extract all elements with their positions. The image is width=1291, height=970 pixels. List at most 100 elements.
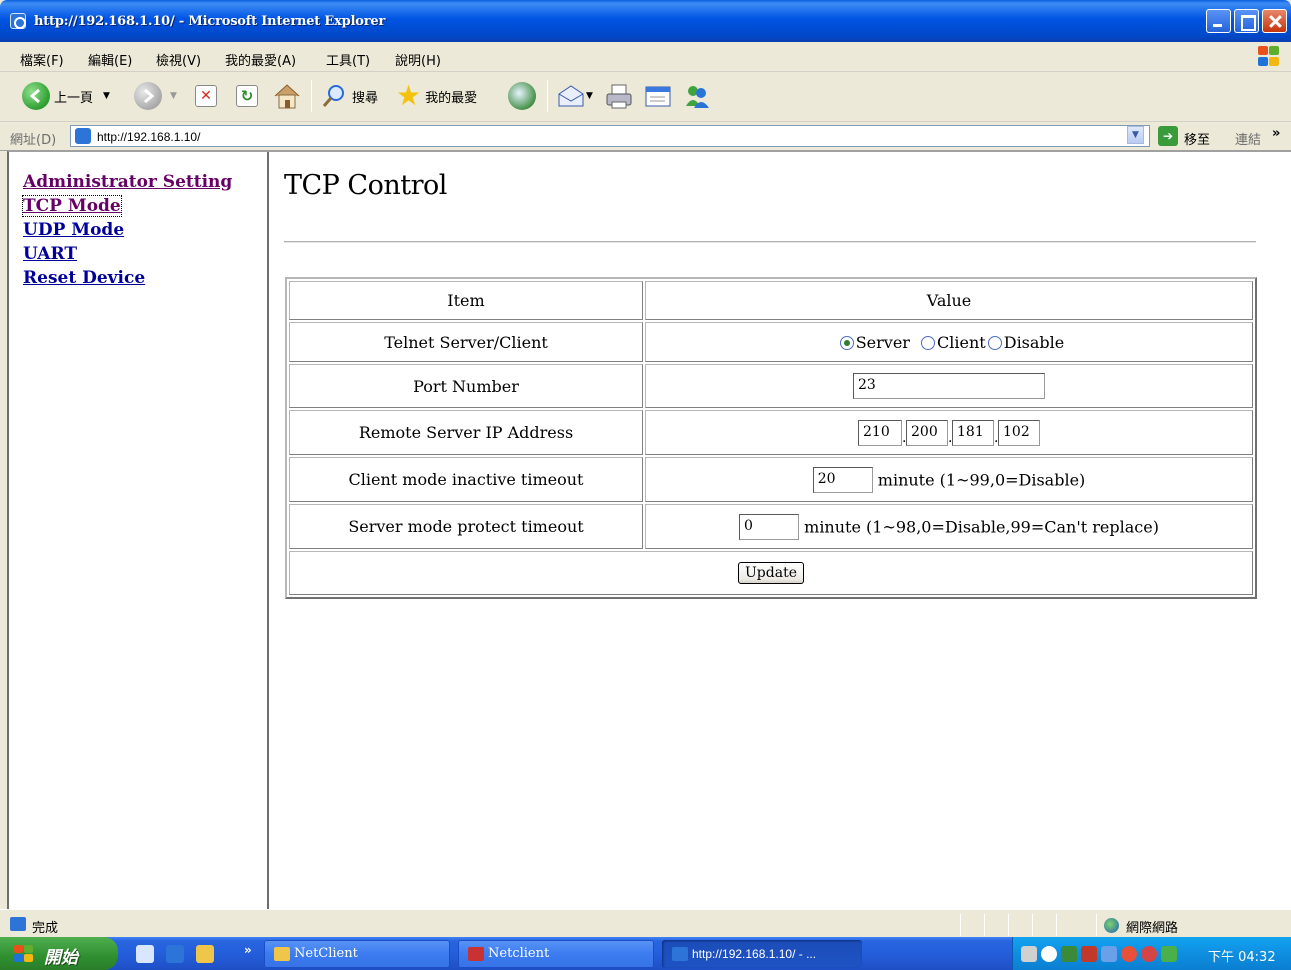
nav-administrator-setting[interactable]: Administrator Setting <box>23 172 232 192</box>
system-tray: 下午 04:32 <box>1012 937 1291 970</box>
edit-page-icon <box>645 86 671 107</box>
print-button[interactable] <box>604 81 634 111</box>
radio-server[interactable] <box>839 335 854 350</box>
folder-quicklaunch-icon[interactable] <box>196 945 214 963</box>
mail-button[interactable]: ▼ <box>556 81 593 111</box>
menu-view[interactable]: 檢視(V) <box>156 50 201 69</box>
client-timeout-hint: minute (1~99,0=Disable) <box>877 470 1086 489</box>
forward-dropdown-icon[interactable]: ▼ <box>170 91 177 101</box>
address-dropdown-icon[interactable]: ▼ <box>1127 126 1144 144</box>
close-button[interactable] <box>1262 9 1287 33</box>
maximize-button[interactable] <box>1234 9 1259 33</box>
start-button[interactable]: 開始 <box>0 937 118 970</box>
back-dropdown-icon[interactable]: ▼ <box>103 91 110 101</box>
menu-edit[interactable]: 編輯(E) <box>88 50 132 69</box>
table-header-row: Item Value <box>289 281 1253 320</box>
table-row: Client mode inactive timeout 20 minute (… <box>289 457 1253 502</box>
address-input[interactable]: http://192.168.1.10/ <box>70 125 1150 147</box>
security-zone: 網際網路 <box>1126 921 1179 936</box>
back-button[interactable]: 上一頁 ▼ <box>22 81 110 111</box>
keyboard-icon[interactable] <box>1021 946 1037 962</box>
task-label: Netclient <box>488 946 550 961</box>
table-row: Remote Server IP Address 210. 200. 181. 102 <box>289 410 1253 455</box>
nav-frame: Administrator Setting TCP Mode UDP Mode … <box>9 152 269 909</box>
table-row: Port Number 23 <box>289 364 1253 408</box>
task-label: NetClient <box>294 946 358 961</box>
client-timeout-label: Client mode inactive timeout <box>289 457 643 502</box>
taskbar-item-ie[interactable]: http://192.168.1.10/ - ... <box>662 940 862 968</box>
nav-tcp-mode[interactable]: TCP Mode <box>22 195 122 217</box>
favorites-button[interactable]: ★ 我的最愛 <box>396 81 477 111</box>
taskbar-item-netclient-app[interactable]: Netclient <box>458 940 654 968</box>
taskbar-item-netclient-folder[interactable]: NetClient <box>264 940 450 968</box>
nav-uart[interactable]: UART <box>23 244 77 264</box>
menu-bar: 檔案(F) 編輯(E) 檢視(V) 我的最愛(A) 工具(T) 說明(H) <box>0 42 1291 72</box>
table-row: Update <box>289 551 1253 595</box>
task-label: http://192.168.1.10/ - ... <box>692 947 817 961</box>
window-titlebar[interactable]: http://192.168.1.10/ - Microsoft Interne… <box>0 0 1291 42</box>
ie-icon <box>672 947 688 961</box>
links-label[interactable]: 連結 <box>1235 129 1261 148</box>
minimize-button[interactable] <box>1206 9 1231 33</box>
tray-app-icon[interactable] <box>1141 946 1157 962</box>
quicklaunch-more-icon[interactable]: » <box>244 943 252 957</box>
radio-client-label: Client <box>937 333 986 352</box>
header-item: Item <box>289 281 643 320</box>
tray-expand-icon[interactable] <box>1041 946 1057 962</box>
ie-quicklaunch-icon[interactable] <box>166 945 184 963</box>
folder-icon <box>274 947 290 961</box>
windows-logo-icon <box>1256 45 1280 67</box>
address-bar: 網址(D) http://192.168.1.10/ ▼ ➔ 移至 連結 » <box>0 122 1291 151</box>
clock[interactable]: 下午 04:32 <box>1208 946 1276 965</box>
stop-button[interactable]: ✕ <box>195 81 217 111</box>
port-number-input[interactable]: 23 <box>853 373 1045 399</box>
tray-app-icon[interactable] <box>1121 946 1137 962</box>
radio-client[interactable] <box>921 335 936 350</box>
history-button[interactable] <box>508 81 536 111</box>
messenger-button[interactable] <box>682 81 712 111</box>
page-icon <box>75 128 91 144</box>
radio-disable[interactable] <box>987 335 1002 350</box>
ip-octet-1-input[interactable]: 210 <box>858 419 902 446</box>
radio-disable-label: Disable <box>1003 333 1065 352</box>
links-more-icon[interactable]: » <box>1272 126 1280 141</box>
menu-help[interactable]: 說明(H) <box>395 50 441 69</box>
mail-dropdown-icon[interactable]: ▼ <box>586 91 593 101</box>
server-timeout-input[interactable]: 0 <box>739 513 800 540</box>
address-url[interactable]: http://192.168.1.10/ <box>97 130 200 144</box>
menu-favorites[interactable]: 我的最愛(A) <box>225 50 296 69</box>
nav-reset-device[interactable]: Reset Device <box>23 268 145 288</box>
ip-octet-3-input[interactable]: 181 <box>952 419 994 446</box>
network-icon[interactable] <box>1061 946 1077 962</box>
client-timeout-cell: 20 minute (1~99,0=Disable) <box>645 457 1253 502</box>
printer-icon <box>606 84 632 109</box>
nav-udp-mode[interactable]: UDP Mode <box>23 220 124 240</box>
radio-server-label: Server <box>855 333 910 352</box>
update-button[interactable]: Update <box>738 562 804 584</box>
page-title: TCP Control <box>284 170 447 201</box>
address-label: 網址(D) <box>10 133 57 148</box>
status-bar: 完成 網際網路 <box>0 909 1291 937</box>
tray-app-icon[interactable] <box>1101 946 1117 962</box>
page-done-icon <box>10 917 26 931</box>
toolbar: 上一頁 ▼ ▼ ✕ ↻ 搜尋 ★ 我的最愛 ▼ <box>0 72 1291 122</box>
ip-octet-2-input[interactable]: 200 <box>906 419 948 446</box>
browser-content: Administrator Setting TCP Mode UDP Mode … <box>7 151 1291 909</box>
go-arrow-icon[interactable]: ➔ <box>1158 126 1178 146</box>
go-button[interactable]: 移至 <box>1184 129 1210 148</box>
client-timeout-input[interactable]: 20 <box>812 466 873 493</box>
forward-button[interactable]: ▼ <box>134 81 177 111</box>
search-button[interactable]: 搜尋 <box>320 81 378 111</box>
taskbar: 開始 » NetClient Netclient http://192.168.… <box>0 937 1291 970</box>
show-desktop-icon[interactable] <box>136 945 154 963</box>
refresh-button[interactable]: ↻ <box>236 81 258 111</box>
menu-file[interactable]: 檔案(F) <box>20 50 64 69</box>
server-timeout-hint: minute (1~98,0=Disable,99=Can't replace) <box>804 517 1159 536</box>
tray-app-icon[interactable] <box>1081 946 1097 962</box>
tray-app-icon[interactable] <box>1161 946 1177 962</box>
home-button[interactable] <box>272 81 302 111</box>
remote-ip-cell: 210. 200. 181. 102 <box>645 410 1253 455</box>
ip-octet-4-input[interactable]: 102 <box>998 419 1040 446</box>
edit-button[interactable] <box>643 81 673 111</box>
menu-tools[interactable]: 工具(T) <box>326 50 370 69</box>
